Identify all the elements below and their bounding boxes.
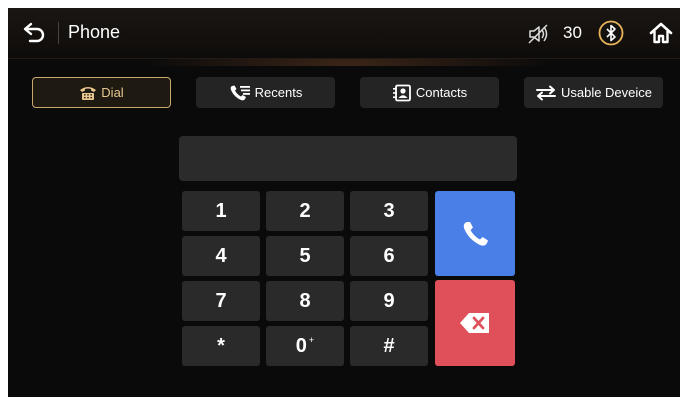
volume-level: 30 <box>563 23 582 42</box>
call-button[interactable] <box>435 191 515 276</box>
header-divider <box>58 22 59 44</box>
delete-button[interactable] <box>435 280 515 366</box>
key-0-plus: + <box>308 335 315 345</box>
key-0[interactable]: 0 + <box>266 326 344 366</box>
home-icon[interactable] <box>648 20 674 46</box>
page-title: Phone <box>68 22 121 42</box>
backspace-icon <box>460 313 489 333</box>
key-7[interactable]: 7 <box>182 281 260 321</box>
phone-handset-icon <box>463 221 488 246</box>
phone-screen: Phone 30 Dial Recents Contacts Usable De… <box>8 8 680 397</box>
number-display[interactable] <box>179 136 517 181</box>
top-bar: Phone 30 <box>8 8 680 59</box>
mute-icon[interactable] <box>527 23 549 45</box>
bluetooth-icon[interactable] <box>598 20 624 46</box>
call-log-icon <box>230 85 250 100</box>
tab-recents[interactable]: Recents <box>196 77 335 108</box>
swap-arrows-icon <box>535 85 556 100</box>
tab-contacts[interactable]: Contacts <box>360 77 499 108</box>
tab-dial-label: Dial <box>101 85 124 100</box>
key-4[interactable]: 4 <box>182 236 260 276</box>
key-star[interactable]: * <box>182 326 260 366</box>
key-9[interactable]: 9 <box>350 281 428 321</box>
key-6[interactable]: 6 <box>350 236 428 276</box>
tab-dial[interactable]: Dial <box>32 77 171 108</box>
contact-card-icon <box>392 84 411 101</box>
tab-usable-device[interactable]: Usable Deveice <box>524 77 663 108</box>
key-2[interactable]: 2 <box>266 191 344 231</box>
tab-usable-device-label: Usable Deveice <box>560 85 653 100</box>
key-1[interactable]: 1 <box>182 191 260 231</box>
key-0-label: 0 <box>295 334 307 357</box>
back-arrow-icon[interactable] <box>22 20 48 46</box>
key-3[interactable]: 3 <box>350 191 428 231</box>
key-hash[interactable]: # <box>350 326 428 366</box>
tab-contacts-label: Contacts <box>415 85 468 100</box>
tab-recents-label: Recents <box>254 85 303 100</box>
key-8[interactable]: 8 <box>266 281 344 321</box>
rotary-phone-icon <box>80 86 97 100</box>
key-5[interactable]: 5 <box>266 236 344 276</box>
